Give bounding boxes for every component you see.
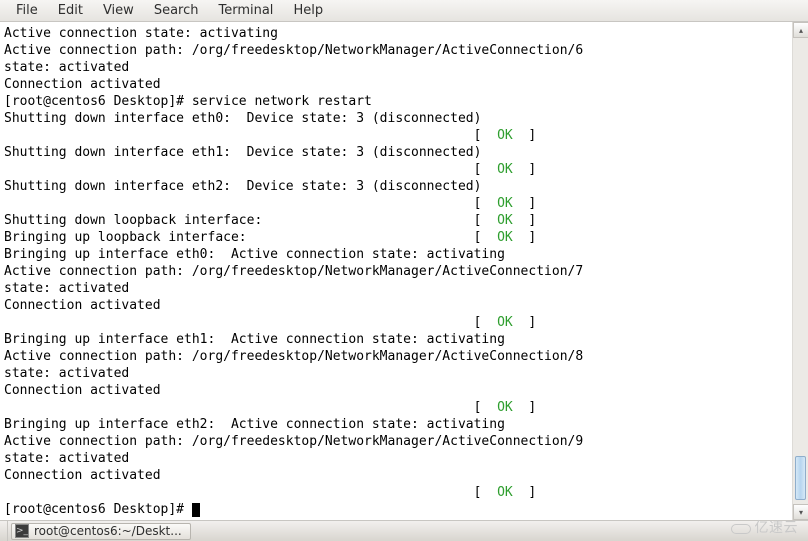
menubar: File Edit View Search Terminal Help — [0, 0, 808, 22]
status-ok: OK — [497, 162, 513, 177]
terminal-line: Active connection path: /org/freedesktop… — [4, 263, 782, 280]
terminal-icon: >_ — [15, 524, 29, 538]
terminal-line: Bringing up interface eth2: Active conne… — [4, 416, 782, 433]
terminal-line: Active connection path: /org/freedesktop… — [4, 433, 782, 450]
watermark: 亿速云 — [729, 517, 799, 537]
terminal-output[interactable]: Active connection state: activatingActiv… — [0, 22, 786, 520]
menu-file[interactable]: File — [6, 1, 48, 20]
scroll-thumb[interactable] — [795, 456, 806, 500]
menu-terminal[interactable]: Terminal — [208, 1, 283, 20]
terminal-line: [root@centos6 Desktop]# service network … — [4, 93, 782, 110]
terminal-line: Connection activated — [4, 297, 782, 314]
menu-search[interactable]: Search — [144, 1, 209, 20]
menu-help[interactable]: Help — [283, 1, 333, 20]
terminal-line: Shutting down loopback interface: [ OK ] — [4, 212, 782, 229]
cursor — [192, 503, 200, 517]
terminal-line: state: activated — [4, 365, 782, 382]
terminal-area: Active connection state: activatingActiv… — [0, 22, 808, 520]
taskbar: >_ root@centos6:~/Deskt... — [0, 520, 808, 541]
terminal-line: Connection activated — [4, 382, 782, 399]
status-ok: OK — [497, 128, 513, 143]
taskbar-item-label: root@centos6:~/Deskt... — [34, 524, 182, 538]
terminal-line: [ OK ] — [4, 161, 782, 178]
terminal-line: Connection activated — [4, 76, 782, 93]
status-ok: OK — [497, 230, 513, 245]
terminal-line: Shutting down interface eth0: Device sta… — [4, 110, 782, 127]
terminal-line: state: activated — [4, 280, 782, 297]
terminal-line: Bringing up loopback interface: [ OK ] — [4, 229, 782, 246]
scroll-track[interactable] — [793, 38, 808, 504]
terminal-line: state: activated — [4, 450, 782, 467]
status-ok: OK — [497, 315, 513, 330]
terminal-line: Active connection path: /org/freedesktop… — [4, 348, 782, 365]
terminal-line: [ OK ] — [4, 484, 782, 501]
terminal-line: Bringing up interface eth1: Active conne… — [4, 331, 782, 348]
terminal-line: Active connection path: /org/freedesktop… — [4, 42, 782, 59]
terminal-line: [ OK ] — [4, 195, 782, 212]
status-ok: OK — [497, 485, 513, 500]
cloud-icon — [729, 520, 751, 534]
taskbar-item-terminal[interactable]: >_ root@centos6:~/Deskt... — [11, 523, 191, 540]
terminal-line: [ OK ] — [4, 127, 782, 144]
status-ok: OK — [497, 213, 513, 228]
terminal-line: Shutting down interface eth1: Device sta… — [4, 144, 782, 161]
terminal-line: Bringing up interface eth0: Active conne… — [4, 246, 782, 263]
terminal-line: Connection activated — [4, 467, 782, 484]
scroll-up-button[interactable]: ▴ — [793, 22, 808, 38]
scrollbar: ▴ ▾ — [792, 22, 808, 520]
menu-view[interactable]: View — [93, 1, 144, 20]
terminal-line: Active connection state: activating — [4, 25, 782, 42]
terminal-line: Shutting down interface eth2: Device sta… — [4, 178, 782, 195]
terminal-line: state: activated — [4, 59, 782, 76]
status-ok: OK — [497, 400, 513, 415]
taskbar-handle[interactable] — [0, 521, 8, 541]
terminal-line: [ OK ] — [4, 399, 782, 416]
menu-edit[interactable]: Edit — [48, 1, 93, 20]
terminal-line: [root@centos6 Desktop]# — [4, 501, 782, 518]
watermark-text: 亿速云 — [755, 517, 799, 537]
status-ok: OK — [497, 196, 513, 211]
terminal-line: [ OK ] — [4, 314, 782, 331]
